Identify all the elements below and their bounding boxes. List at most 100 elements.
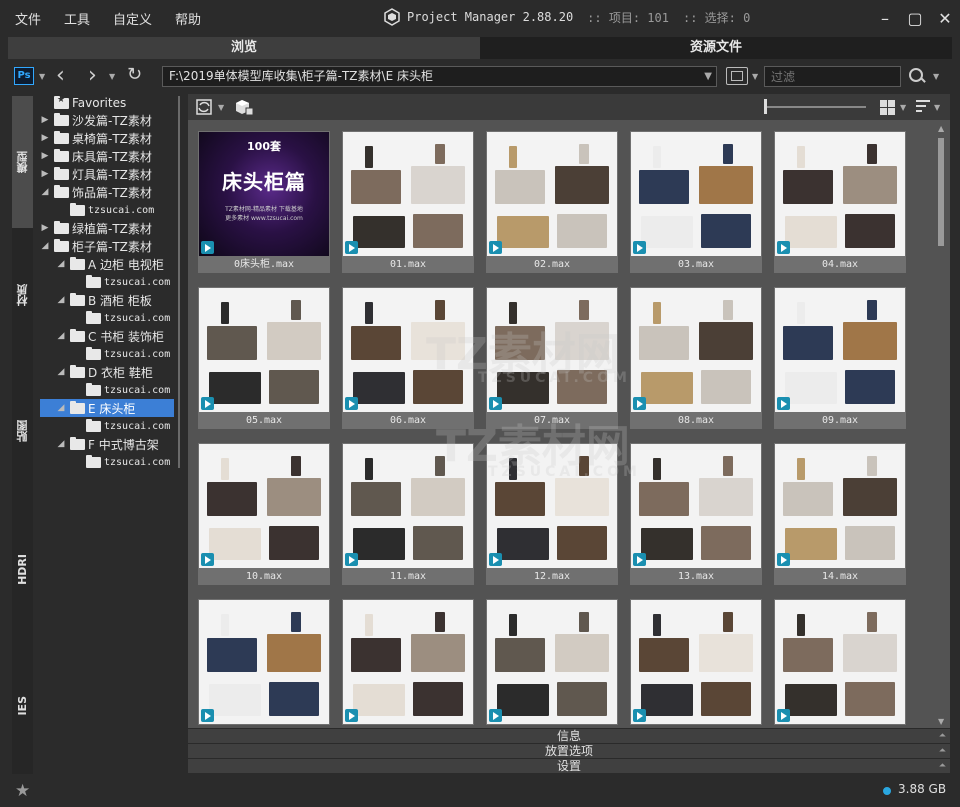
side-tab-models[interactable]: 模型 bbox=[12, 96, 33, 228]
collapse-arrow-icon[interactable]: ◢ bbox=[56, 403, 66, 413]
thumbnail-size-slider[interactable] bbox=[766, 106, 866, 108]
tree-item[interactable]: ◢ C 书柜 装饰柜 bbox=[56, 327, 164, 345]
slider-handle[interactable] bbox=[764, 99, 767, 114]
tree-item[interactable]: ◢ D 衣柜 鞋柜 bbox=[56, 363, 153, 381]
search-icon[interactable] bbox=[907, 66, 927, 86]
side-tab-textures[interactable]: 贴图 bbox=[12, 362, 33, 500]
search-chevron-down-icon[interactable]: ▼ bbox=[933, 72, 939, 81]
collapse-arrow-icon[interactable]: ◢ bbox=[40, 187, 50, 197]
tree-item[interactable]: tzsucai.com bbox=[86, 273, 170, 291]
tree-item[interactable]: tzsucai.com bbox=[70, 201, 154, 219]
expand-arrow-icon[interactable]: ▶ bbox=[40, 133, 50, 143]
tree-item[interactable]: ◢ B 酒柜 柜板 bbox=[56, 291, 152, 309]
thumbnail-item[interactable] bbox=[342, 599, 474, 725]
thumbnail-item[interactable] bbox=[198, 599, 330, 725]
collapse-arrow-icon[interactable]: ◢ bbox=[56, 367, 66, 377]
expand-arrow-icon[interactable]: ▶ bbox=[40, 115, 50, 125]
thumbnail-item[interactable]: 14.max bbox=[774, 443, 906, 585]
history-chevron-down-icon[interactable]: ▼ bbox=[109, 72, 115, 81]
favorites-star-icon[interactable]: ★ bbox=[15, 781, 30, 801]
forward-icon[interactable]: › bbox=[88, 63, 97, 89]
collapse-arrow-icon[interactable]: ◢ bbox=[40, 241, 50, 251]
thumbnail-item[interactable]: 03.max bbox=[630, 131, 762, 273]
thumbnail-item[interactable]: 100套 床头柜篇 TZ素材网-精品素材 下载基地 更多素材 www.tzsucai.… bbox=[198, 131, 330, 273]
thumbnail-item[interactable]: 07.max bbox=[486, 287, 618, 429]
collapse-icon[interactable]: ⏶ bbox=[939, 744, 946, 758]
tree-item-favorites[interactable]: Favorites bbox=[54, 94, 126, 112]
sort-icon[interactable] bbox=[916, 100, 930, 114]
tree-item[interactable]: tzsucai.com bbox=[86, 309, 170, 327]
photoshop-icon[interactable]: Ps bbox=[14, 67, 34, 85]
collapse-arrow-icon[interactable]: ◢ bbox=[56, 331, 66, 341]
thumbnail-item[interactable]: 01.max bbox=[342, 131, 474, 273]
chevron-down-icon[interactable]: ▼ bbox=[39, 72, 45, 81]
menu-help[interactable]: 帮助 bbox=[166, 9, 209, 28]
sort-chevron-down-icon[interactable]: ▼ bbox=[934, 103, 940, 112]
side-tab-materials[interactable]: 材质 bbox=[12, 228, 33, 362]
maximize-icon[interactable]: ▢ bbox=[900, 9, 930, 28]
thumbnail-scrollbar[interactable]: ▲ ▼ bbox=[936, 122, 946, 726]
grid-view-icon[interactable] bbox=[880, 100, 895, 115]
filter-options-icon[interactable] bbox=[726, 67, 748, 85]
back-icon[interactable]: ‹ bbox=[56, 63, 65, 89]
scroll-down-icon[interactable]: ▼ bbox=[938, 717, 944, 726]
filter-chevron-down-icon[interactable]: ▼ bbox=[752, 72, 758, 81]
menu-file[interactable]: 文件 bbox=[6, 9, 49, 28]
thumbnail-item[interactable]: 04.max bbox=[774, 131, 906, 273]
thumbnail-item[interactable]: 12.max bbox=[486, 443, 618, 585]
expand-arrow-icon[interactable]: ▶ bbox=[40, 223, 50, 233]
tree-item[interactable]: ▶ 灯具篇-TZ素材 bbox=[40, 165, 152, 183]
thumbnail-item[interactable]: 06.max bbox=[342, 287, 474, 429]
collapse-icon[interactable]: ⏶ bbox=[939, 729, 946, 743]
scroll-up-icon[interactable]: ▲ bbox=[938, 124, 944, 133]
minimize-icon[interactable]: – bbox=[870, 9, 900, 28]
scrollbar-thumb[interactable] bbox=[938, 138, 944, 246]
tab-browse[interactable]: 浏览 bbox=[8, 37, 480, 59]
side-tab-hdri[interactable]: HDRI bbox=[12, 500, 33, 638]
menu-customize[interactable]: 自定义 bbox=[104, 9, 160, 28]
tree-item[interactable]: tzsucai.com bbox=[86, 453, 170, 471]
collapse-arrow-icon[interactable]: ◢ bbox=[56, 259, 66, 269]
collapse-icon[interactable]: ⏶ bbox=[939, 759, 946, 773]
panel-settings[interactable]: 设置 ⏶ bbox=[188, 758, 950, 773]
thumbnail-item[interactable] bbox=[486, 599, 618, 725]
thumbnail-item[interactable]: 02.max bbox=[486, 131, 618, 273]
collapse-arrow-icon[interactable]: ◢ bbox=[56, 295, 66, 305]
tree-item[interactable]: ▶ 桌椅篇-TZ素材 bbox=[40, 129, 152, 147]
tree-item[interactable]: ◢ 饰品篇-TZ素材 bbox=[40, 183, 152, 201]
tree-item[interactable]: tzsucai.com bbox=[86, 345, 170, 363]
thumbnail-item[interactable]: 10.max bbox=[198, 443, 330, 585]
tree-item[interactable]: ▶ 沙发篇-TZ素材 bbox=[40, 111, 152, 129]
side-tab-ies[interactable]: IES bbox=[12, 638, 33, 774]
thumbnail-item[interactable]: 13.max bbox=[630, 443, 762, 585]
tree-item[interactable]: tzsucai.com bbox=[86, 381, 170, 399]
view-chevron-down-icon[interactable]: ▼ bbox=[900, 103, 906, 112]
thumbnail-item[interactable] bbox=[774, 599, 906, 725]
tree-scrollbar[interactable] bbox=[178, 96, 180, 468]
tree-item[interactable]: ◢ 柜子篇-TZ素材 bbox=[40, 237, 152, 255]
refresh-icon[interactable]: ↻ bbox=[127, 64, 142, 85]
tree-item[interactable]: ◢ F 中式博古架 bbox=[56, 435, 159, 453]
thumbnail-item[interactable]: 11.max bbox=[342, 443, 474, 585]
model-cube-icon[interactable] bbox=[234, 97, 254, 117]
sync-chevron-down-icon[interactable]: ▼ bbox=[218, 103, 224, 112]
panel-info[interactable]: 信息 ⏶ bbox=[188, 728, 950, 743]
tree-item[interactable]: ◢ A 边柜 电视柜 bbox=[56, 255, 164, 273]
path-field[interactable]: F:\2019单体模型库收集\柜子篇-TZ素材\E 床头柜 ▼ bbox=[162, 66, 717, 87]
path-chevron-down-icon[interactable]: ▼ bbox=[704, 67, 712, 86]
tab-resource-files[interactable]: 资源文件 bbox=[480, 37, 952, 59]
tree-item[interactable]: tzsucai.com bbox=[86, 417, 170, 435]
collapse-arrow-icon[interactable]: ◢ bbox=[56, 439, 66, 449]
menu-tools[interactable]: 工具 bbox=[55, 9, 98, 28]
thumbnail-item[interactable]: 05.max bbox=[198, 287, 330, 429]
thumbnail-item[interactable] bbox=[630, 599, 762, 725]
tree-item-selected[interactable]: ◢ E 床头柜 bbox=[40, 399, 174, 417]
expand-arrow-icon[interactable]: ▶ bbox=[40, 151, 50, 161]
expand-arrow-icon[interactable]: ▶ bbox=[40, 169, 50, 179]
sync-icon[interactable] bbox=[194, 97, 214, 117]
thumbnail-item[interactable]: 08.max bbox=[630, 287, 762, 429]
tree-item[interactable]: ▶ 床具篇-TZ素材 bbox=[40, 147, 152, 165]
tree-item[interactable]: ▶ 绿植篇-TZ素材 bbox=[40, 219, 152, 237]
filter-input[interactable] bbox=[764, 66, 901, 87]
close-icon[interactable]: ✕ bbox=[930, 9, 960, 28]
